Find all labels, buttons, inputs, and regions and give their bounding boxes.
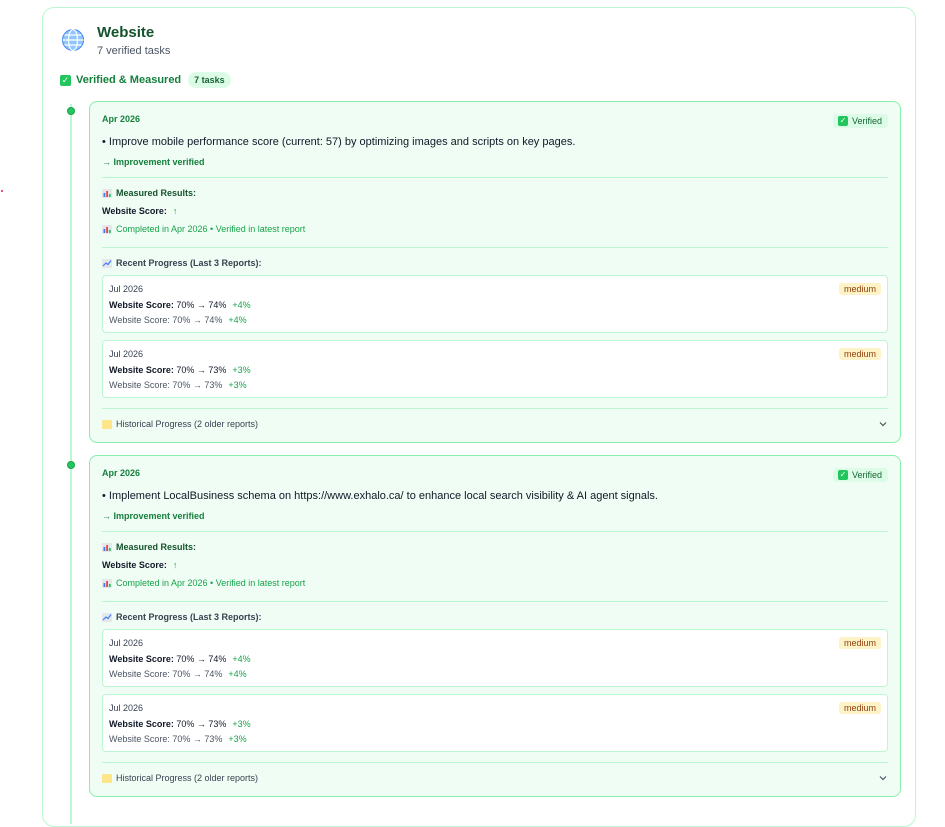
check-square-icon: ✓ [837,470,848,480]
task-description: • Implement LocalBusiness schema on http… [102,490,658,502]
divider [102,408,888,409]
divider [102,247,888,248]
report-score-detail: Website Score: 70% → 74% +4% [109,315,247,325]
task-count-badge: 7 tasks [188,72,231,88]
chevron-down-icon [879,422,887,427]
report-score-change: Website Score: 70% → 74% +4% [109,654,251,664]
measured-results-label: Measured Results: [102,542,196,552]
measured-results-label: Measured Results: [102,188,196,198]
completed-info: Completed in Apr 2026 • Verified in late… [102,224,305,234]
site-subtitle: 7 verified tasks [97,45,171,57]
bar-chart-icon [102,542,112,552]
check-square-icon: ✓ [60,74,71,86]
report-score-change: Website Score: 70% → 73% +3% [109,365,251,375]
section-header[interactable]: ✓ Verified & Measured 7 tasks [60,72,231,88]
recent-progress-label: Recent Progress (Last 3 Reports): [102,258,262,268]
up-arrow-icon: ↑ [172,206,178,216]
impact-badge: medium [838,348,881,360]
bar-chart-icon [102,188,112,198]
chevron-down-icon [879,776,887,781]
score-line: Website Score: ↑ [102,206,178,216]
verified-label: Verified [851,116,882,126]
up-arrow-icon: ↑ [172,560,178,570]
divider [102,762,888,763]
improvement-status: → Improvement verified [102,511,205,521]
website-panel: Website 7 verified tasks ✓ Verified & Me… [42,7,916,827]
report-score-change: Website Score: 70% → 73% +3% [109,719,251,729]
impact-badge: medium [838,283,881,295]
scroll-icon [102,773,112,783]
check-square-icon: ✓ [837,116,848,126]
trend-chart-icon [102,612,112,622]
verified-label: Verified [851,470,882,480]
task-card: Apr 2026 ✓ Verified • Improve mobile per… [89,101,901,443]
scroll-icon [102,419,112,429]
improvement-status: → Improvement verified [102,157,205,167]
card-date: Apr 2026 [102,468,141,478]
report-entry: Jul 2026 medium Website Score: 70% → 73%… [102,694,888,752]
report-score-detail: Website Score: 70% → 74% +4% [109,669,247,679]
report-date: Jul 2026 [109,703,144,713]
report-score-change: Website Score: 70% → 74% +4% [109,300,251,310]
verified-badge: ✓ Verified [832,114,888,128]
report-date: Jul 2026 [109,638,144,648]
trend-chart-icon [102,258,112,268]
timeline-dot [67,461,75,469]
historical-progress-toggle[interactable]: Historical Progress (2 older reports) [102,773,888,783]
historical-progress-toggle[interactable]: Historical Progress (2 older reports) [102,419,888,429]
divider [102,531,888,532]
report-date: Jul 2026 [109,349,144,359]
verified-badge: ✓ Verified [832,468,888,482]
report-score-detail: Website Score: 70% → 73% +3% [109,734,247,744]
report-entry: Jul 2026 medium Website Score: 70% → 73%… [102,340,888,398]
card-date: Apr 2026 [102,114,141,124]
divider [102,601,888,602]
report-entry: Jul 2026 medium Website Score: 70% → 74%… [102,275,888,333]
completed-info: Completed in Apr 2026 • Verified in late… [102,578,305,588]
site-title: Website [97,24,155,41]
globe-icon [62,28,84,52]
score-line: Website Score: ↑ [102,560,178,570]
task-description: • Improve mobile performance score (curr… [102,136,576,148]
report-score-detail: Website Score: 70% → 73% +3% [109,380,247,390]
site-header: Website 7 verified tasks [61,23,170,58]
bar-chart-icon [102,578,112,588]
divider [102,177,888,178]
impact-badge: medium [838,702,881,714]
report-date: Jul 2026 [109,284,144,294]
impact-badge: medium [838,637,881,649]
section-title: Verified & Measured [76,74,182,86]
stray-marker [1,190,3,192]
task-card: Apr 2026 ✓ Verified • Implement LocalBus… [89,455,901,797]
report-entry: Jul 2026 medium Website Score: 70% → 74%… [102,629,888,687]
recent-progress-label: Recent Progress (Last 3 Reports): [102,612,262,622]
timeline-dot [67,107,75,115]
bar-chart-icon [102,224,112,234]
